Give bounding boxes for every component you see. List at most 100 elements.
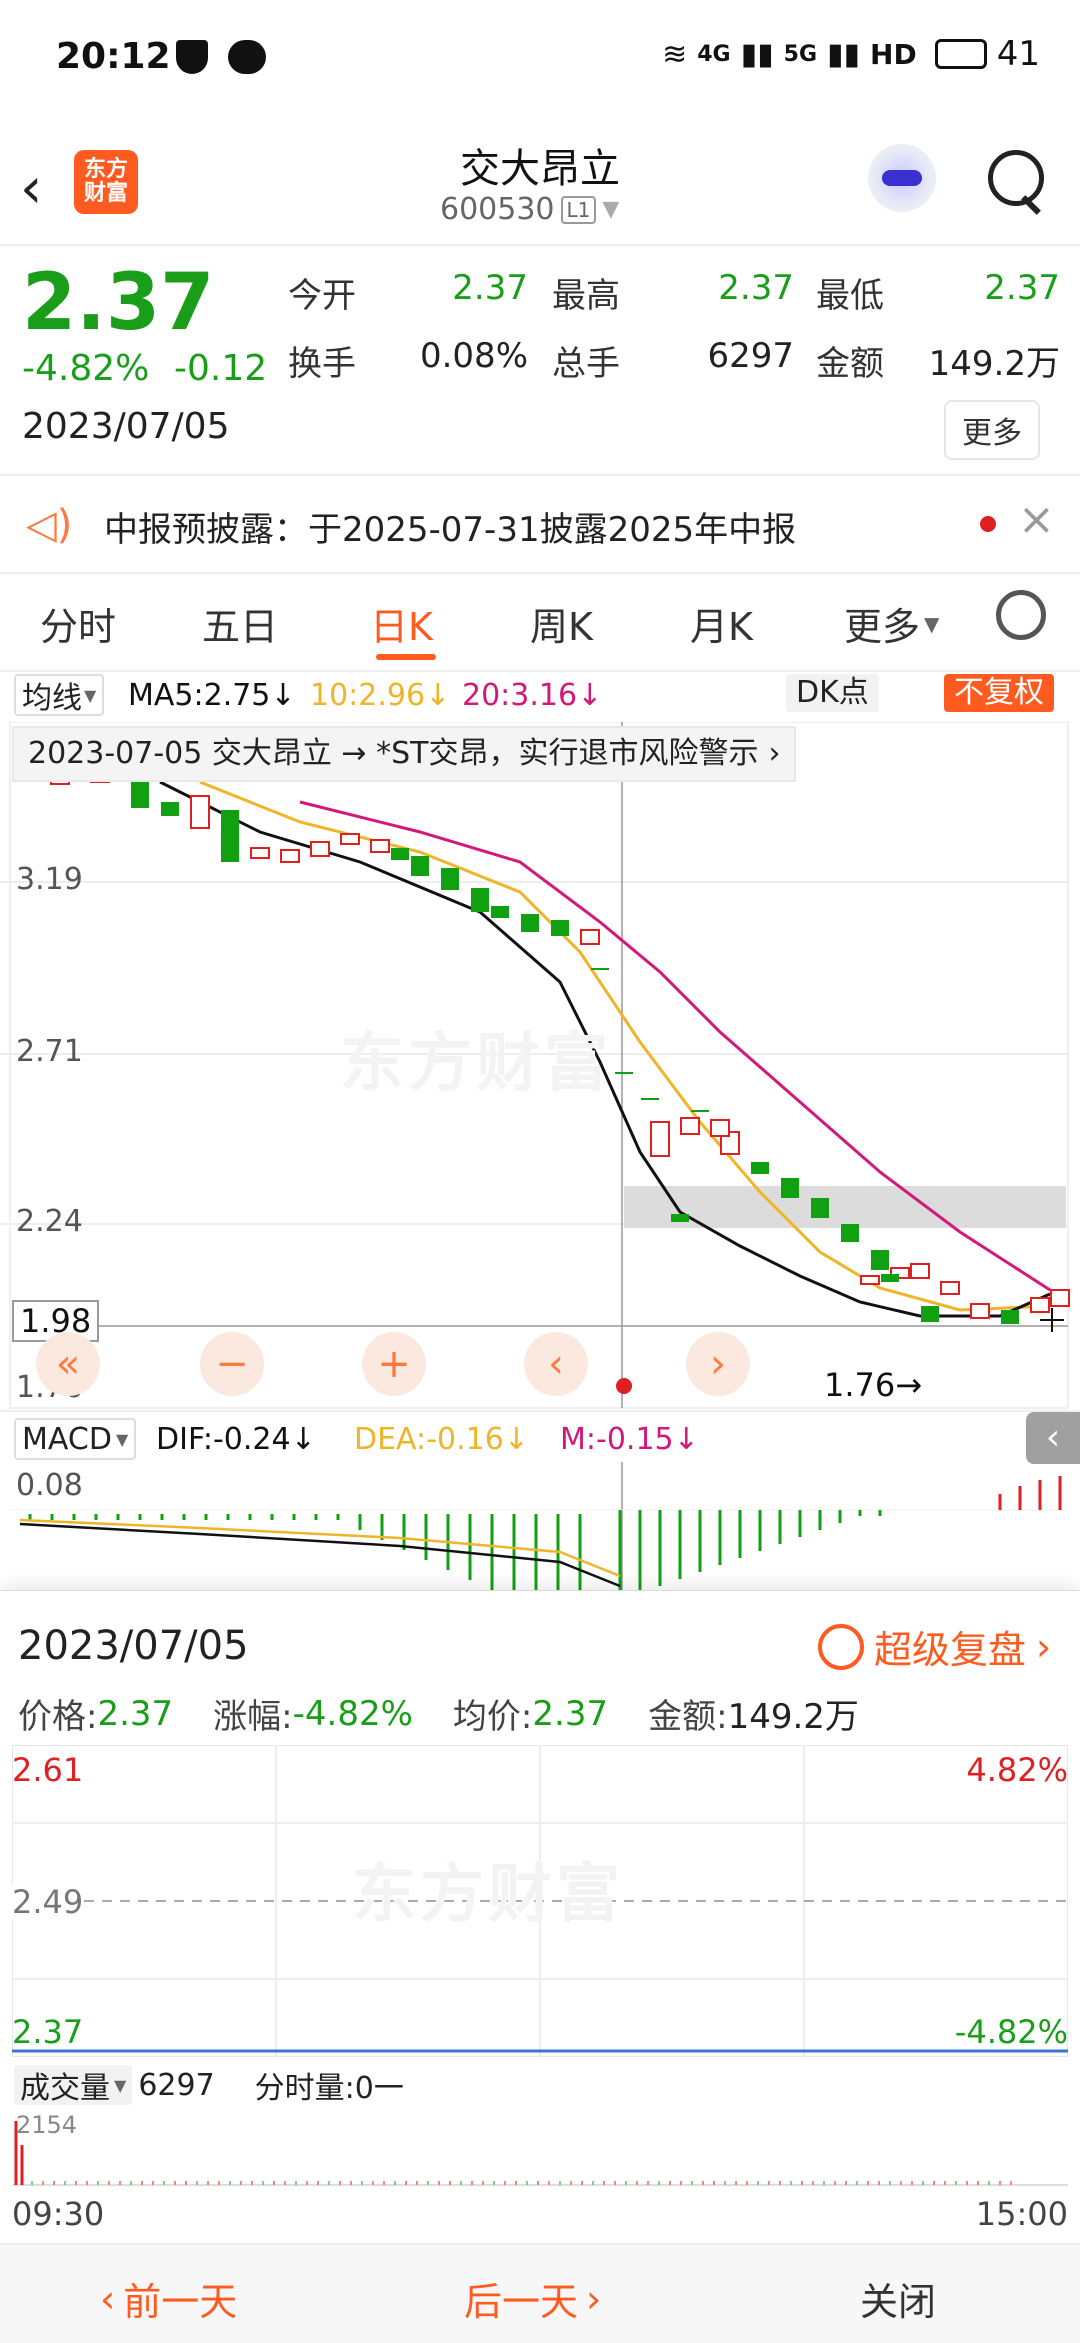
super-replay-label: 超级复盘	[874, 1628, 1027, 1672]
m-value: M:-0.15↓	[560, 1422, 699, 1457]
quote-panel: 2.37 -4.82% -0.12 2023/07/05 今开 2.37 最高 …	[0, 244, 1080, 474]
fast-back-icon[interactable]: «	[36, 1332, 100, 1396]
dea-value: DEA:-0.16↓	[354, 1422, 529, 1457]
ma20-value: 20:3.16↓	[462, 678, 603, 713]
step-forward-icon[interactable]: ›	[686, 1332, 750, 1396]
turnover-label: 换手	[288, 344, 356, 384]
ma5-value: MA5:2.75↓	[128, 678, 296, 713]
robot-assistant-icon[interactable]	[868, 144, 936, 212]
status-time: 20:12	[56, 36, 171, 77]
search-icon[interactable]	[988, 150, 1044, 206]
amount-value: 149.2万	[928, 344, 1060, 384]
status-indicators: ≋ 4G ▮▮ 5G ▮▮ HD 41	[662, 34, 1040, 74]
detail-date: 2023/07/05	[18, 1623, 249, 1669]
fuquan-button[interactable]: 不复权	[944, 674, 1054, 712]
amount-value: 149.2万	[727, 1697, 859, 1737]
active-tab-indicator	[376, 654, 436, 660]
prev-day-button[interactable]: ‹ 前一天	[100, 2271, 237, 2326]
intraday-mid-price: 2.49	[12, 1883, 84, 1921]
more-button[interactable]: 更多	[944, 400, 1040, 460]
amount-label: 金额:	[648, 1697, 728, 1737]
intraday-top-price: 2.61	[12, 1751, 84, 1789]
open-value: 2.37	[452, 268, 528, 308]
ma-row: 均线 ▼ MA5:2.75↓ 10:2.96↓ 20:3.16↓ DK点 不复权	[0, 670, 1080, 722]
crosshair-dot	[616, 1378, 632, 1394]
chevron-down-icon: ▼	[84, 685, 97, 705]
avg-value: 2.37	[532, 1693, 609, 1734]
y-label: 2.71	[16, 1034, 83, 1069]
bottom-action-bar: ‹ 前一天 后一天 › 关闭	[0, 2243, 1080, 2343]
stock-code-selector[interactable]: 600530 L1 ▼	[440, 192, 619, 227]
event-banner[interactable]: 2023-07-05 交大昂立 → *ST交昂，实行退市风险警示 ›	[12, 726, 797, 782]
volume-selector-label: 成交量	[20, 2071, 110, 2106]
super-replay-button[interactable]: 超级复盘 ›	[818, 1619, 1051, 1674]
tab-more[interactable]: 更多 ▼	[844, 596, 939, 651]
event-text: 2023-07-05 交大昂立 → *ST交昂，实行退市风险警示	[28, 736, 759, 771]
watermark: 东方财富	[352, 1858, 624, 1932]
tab-weekly-k[interactable]: 周K	[530, 596, 593, 651]
ma-selector[interactable]: 均线 ▼	[14, 674, 105, 716]
tab-five-day[interactable]: 五日	[202, 596, 278, 651]
dk-point-button[interactable]: DK点	[786, 674, 879, 712]
change-amount: -0.12	[174, 348, 268, 389]
tab-daily-k[interactable]: 日K	[370, 596, 433, 651]
end-time: 15:00	[975, 2195, 1068, 2233]
hd-label: HD	[870, 37, 917, 71]
intraday-top-pct: 4.82%	[966, 1751, 1068, 1789]
chevron-right-icon: ›	[1036, 1624, 1052, 1669]
chevron-right-icon: ›	[586, 2276, 602, 2321]
collapse-panel-icon[interactable]: ‹	[1026, 1412, 1080, 1464]
zoom-out-icon[interactable]: −	[200, 1332, 264, 1396]
high-value: 2.37	[718, 268, 794, 308]
battery-icon	[934, 39, 987, 69]
kline-chart[interactable]: 东方财富 2023-07-05 交大昂立 → *ST交昂，实行退市风险警示 › 3…	[0, 722, 1080, 1410]
level-badge: L1	[560, 195, 597, 224]
y-label: 2.24	[16, 1204, 83, 1239]
stock-code: 600530	[440, 192, 555, 227]
gear-icon[interactable]	[996, 590, 1046, 640]
day-detail-panel: 2023/07/05 超级复盘 › 价格: 2.37 涨幅: -4.82% 均价: 2…	[0, 1590, 1080, 2343]
pct-label: 涨幅:	[213, 1697, 293, 1737]
tick-volume: 分时量:0一	[254, 2071, 404, 2106]
min-price-marker: 1.76→	[824, 1366, 923, 1404]
step-back-icon[interactable]: ‹	[524, 1332, 588, 1396]
chat-icon	[228, 40, 266, 74]
price-value: 2.37	[97, 1693, 174, 1734]
current-price: 2.37	[22, 258, 215, 348]
volume-header: 成交量 ▼ 6297 分时量:0一	[14, 2063, 404, 2107]
notice-bar[interactable]: ◁) 中报预披露：于2025-07-31披露2025年中报 ×	[0, 474, 1080, 574]
volume-chart: 2154	[12, 2111, 1068, 2187]
macd-canvas	[10, 1462, 1068, 1590]
low-label: 最低	[816, 276, 884, 316]
tab-more-label: 更多	[844, 605, 921, 649]
watermark: 东方财富	[340, 1027, 612, 1101]
y-label: 3.19	[16, 862, 83, 897]
chevron-down-icon: ▼	[114, 2075, 127, 2095]
intraday-bottom-price: 2.37	[12, 2013, 84, 2051]
battery-level: 41	[996, 34, 1040, 74]
chevron-right-icon: ›	[768, 736, 781, 771]
amount-label: 金额	[816, 344, 884, 384]
chevron-down-icon: ▼	[602, 197, 620, 222]
macd-header: MACD ▼ DIF:-0.24↓ DEA:-0.16↓ M:-0.15↓ ‹	[0, 1410, 1080, 1464]
zoom-in-icon[interactable]: +	[362, 1332, 426, 1396]
shield-icon	[176, 40, 208, 74]
macd-selector[interactable]: MACD ▼	[14, 1418, 137, 1460]
high-label: 最高	[552, 276, 620, 316]
start-time: 09:30	[12, 2195, 105, 2233]
close-button[interactable]: 关闭	[860, 2271, 936, 2326]
low-value: 2.37	[984, 268, 1060, 308]
ma10-value: 10:2.96↓	[310, 678, 451, 713]
next-day-button[interactable]: 后一天 ›	[464, 2271, 601, 2326]
close-icon[interactable]: ×	[1018, 494, 1055, 545]
quote-date: 2023/07/05	[22, 406, 230, 447]
signal-icon: ▮▮	[827, 36, 861, 72]
turnover-value: 0.08%	[419, 336, 528, 376]
chevron-left-icon: ‹	[100, 2276, 116, 2321]
robot-visor	[882, 170, 922, 186]
tab-intraday[interactable]: 分时	[40, 596, 116, 651]
prev-day-label: 前一天	[123, 2280, 238, 2324]
tab-monthly-k[interactable]: 月K	[690, 596, 753, 651]
volume-selector[interactable]: 成交量 ▼	[14, 2065, 133, 2106]
signal-5g: 5G	[783, 41, 818, 67]
